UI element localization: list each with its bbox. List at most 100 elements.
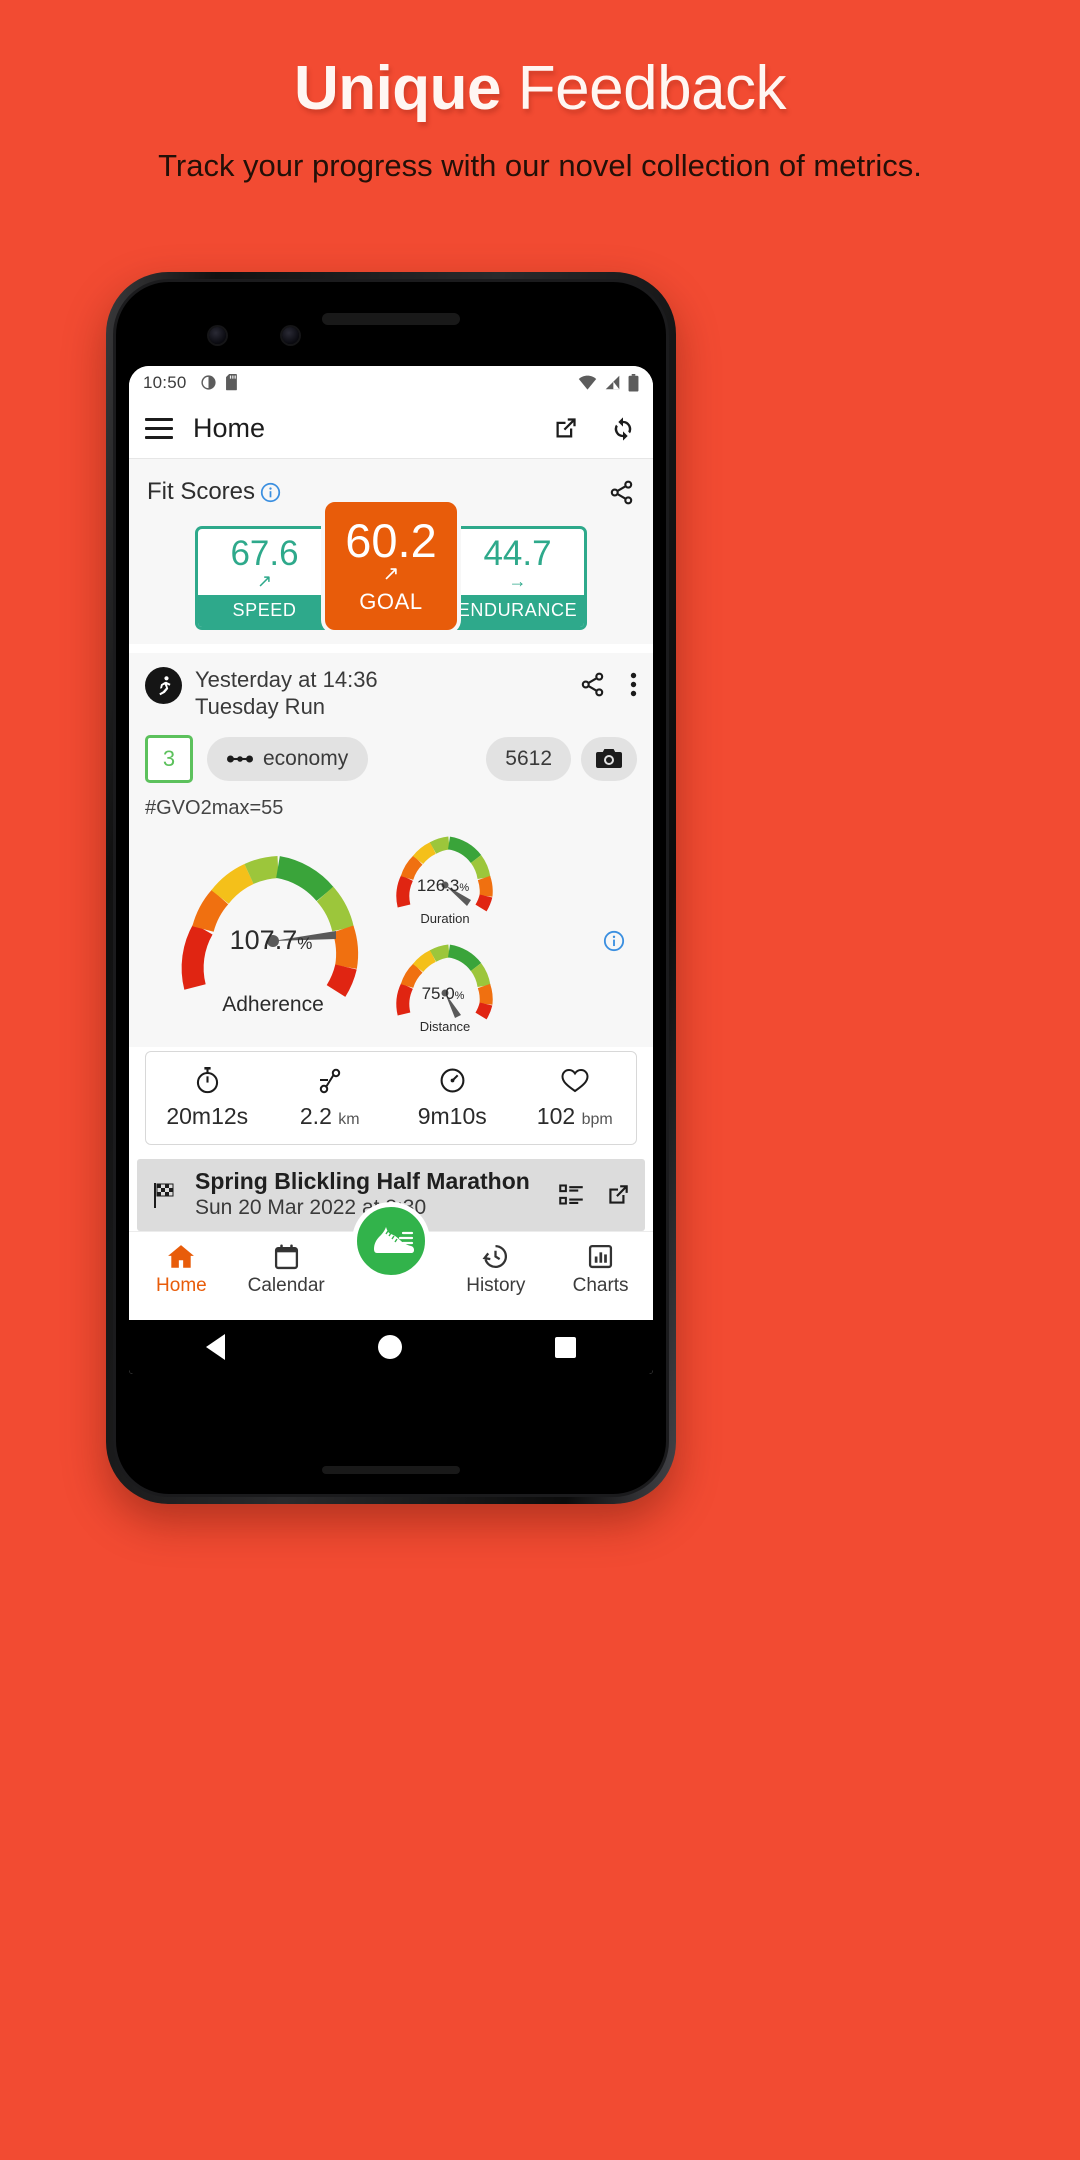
promo-title-bold: Unique — [293, 54, 502, 123]
android-navigation-bar — [129, 1320, 653, 1374]
activity-hashtag: #GVO2max=55 — [145, 796, 284, 819]
activity-steps-chip[interactable]: 5612 — [486, 736, 571, 781]
activity-title: Tuesday Run — [195, 693, 326, 719]
activity-metrics: 20m12s 2.2 km 9m10s 102 bpm — [145, 1050, 637, 1145]
adherence-label: Adherence — [222, 993, 324, 1016]
promo-header: Unique Feedback Track your progress with… — [0, 0, 1080, 270]
metric-heartrate-value: 102 — [536, 1102, 576, 1129]
activity-tag-label: economy — [263, 746, 349, 770]
status-bar: 10:50 — [129, 366, 653, 399]
trending-flat-icon: → — [508, 571, 527, 591]
metric-duration-value: 20m12s — [166, 1102, 249, 1129]
distance-gauge: 75.0% Distance — [391, 934, 499, 1042]
metric-pace: 9m10s — [391, 1066, 514, 1130]
speed-label: SPEED — [198, 595, 331, 627]
bottom-navigation: Home Calendar History Charts — [129, 1201, 653, 1307]
phone-mockup: 10:50 Home Fit Scores 67.6 ↗ SPEED 60.2 … — [106, 272, 676, 1504]
history-clock-icon — [443, 1242, 548, 1272]
duration-label: Duration — [420, 911, 469, 926]
metric-heartrate-unit: bpm — [581, 1110, 613, 1128]
fit-score-tile-goal[interactable]: 60.2 ↗ GOAL — [325, 502, 457, 630]
phone-bezel: 10:50 Home Fit Scores 67.6 ↗ SPEED 60.2 … — [113, 279, 669, 1497]
metric-pace-value: 9m10s — [417, 1102, 487, 1129]
external-link-icon[interactable] — [552, 415, 579, 442]
info-icon[interactable] — [260, 482, 281, 503]
bar-chart-icon — [548, 1242, 653, 1272]
speed-value: 67.6 — [230, 534, 299, 573]
dumbbell-icon — [227, 755, 253, 763]
distance-label: Distance — [420, 1019, 471, 1034]
nav-label-history: History — [466, 1274, 526, 1296]
activity-card: Yesterday at 14:36 Tuesday Run 3 economy… — [129, 653, 653, 1047]
route-distance-icon — [269, 1066, 392, 1096]
status-time: 10:50 — [143, 372, 187, 392]
metric-distance: 2.2 km — [269, 1066, 392, 1130]
hamburger-menu-icon[interactable] — [145, 418, 173, 439]
app-bar-title: Home — [193, 413, 266, 443]
activity-gauges: 107.7% Adherence 126.3% Duration 75.0% D… — [145, 822, 637, 1047]
metric-heartrate: 102 bpm — [514, 1066, 637, 1130]
earpiece-speaker — [322, 313, 460, 325]
nav-item-history[interactable]: History — [443, 1242, 548, 1297]
fit-score-tiles: 67.6 ↗ SPEED 60.2 ↗ GOAL 44.7 → ENDURANC… — [129, 502, 653, 644]
nav-label-calendar: Calendar — [247, 1274, 325, 1296]
event-title: Spring Blickling Half Marathon — [195, 1167, 530, 1194]
metric-distance-value: 2.2 — [299, 1102, 332, 1129]
more-vertical-icon[interactable] — [630, 671, 637, 698]
back-triangle-icon[interactable] — [205, 1334, 225, 1360]
nav-item-home[interactable]: Home — [129, 1242, 234, 1297]
metric-distance-unit: km — [338, 1110, 360, 1128]
phone-screen: 10:50 Home Fit Scores 67.6 ↗ SPEED 60.2 … — [129, 366, 653, 1374]
calendar-icon — [234, 1242, 339, 1272]
speedometer-icon — [391, 1066, 514, 1096]
fit-scores-card: Fit Scores 67.6 ↗ SPEED 60.2 ↗ GOAL 44.7… — [129, 459, 653, 644]
stopwatch-icon — [146, 1066, 269, 1096]
activity-datetime: Yesterday at 14:36 — [195, 667, 378, 692]
front-camera-icon — [209, 327, 226, 344]
promo-title-light: Feedback — [501, 54, 787, 123]
sensor-icon — [282, 327, 299, 344]
fit-scores-title: Fit Scores — [147, 478, 256, 505]
camera-icon[interactable] — [581, 736, 637, 781]
fit-score-tile-endurance[interactable]: 44.7 → ENDURANCE — [451, 526, 587, 630]
running-person-icon — [145, 667, 182, 704]
cellular-signal-icon — [605, 375, 620, 390]
heart-icon — [514, 1066, 637, 1096]
running-shoe-icon[interactable] — [352, 1201, 430, 1280]
fit-score-tile-speed[interactable]: 67.6 ↗ SPEED — [195, 526, 331, 630]
endurance-value: 44.7 — [483, 534, 552, 573]
recents-square-icon[interactable] — [555, 1336, 577, 1358]
activity-chips: 3 economy 5612 — [145, 734, 637, 783]
screen-content: Fit Scores 67.6 ↗ SPEED 60.2 ↗ GOAL 44.7… — [129, 459, 653, 1374]
brightness-icon — [200, 375, 216, 390]
share-icon[interactable] — [579, 671, 606, 698]
goal-value: 60.2 — [345, 514, 437, 567]
activity-rating-badge[interactable]: 3 — [145, 734, 193, 783]
list-details-icon[interactable] — [558, 1181, 585, 1208]
distance-value: 75.0% — [422, 984, 465, 1003]
bottom-speaker — [322, 1466, 460, 1474]
home-circle-icon[interactable] — [377, 1335, 402, 1359]
external-link-icon[interactable] — [605, 1182, 631, 1208]
nav-label-home: Home — [156, 1274, 207, 1296]
page-title: Unique Feedback — [0, 58, 1080, 120]
sd-card-icon — [225, 374, 237, 391]
checkered-flag-icon — [154, 1182, 174, 1208]
duration-gauge: 126.3% Duration — [391, 826, 499, 934]
trending-up-icon: ↗ — [256, 571, 273, 591]
trending-up-icon: ↗ — [382, 563, 400, 585]
nav-item-calendar[interactable]: Calendar — [234, 1242, 339, 1297]
share-icon[interactable] — [608, 479, 635, 506]
nav-item-charts[interactable]: Charts — [548, 1242, 653, 1297]
promo-subtitle: Track your progress with our novel colle… — [158, 148, 922, 183]
battery-icon — [628, 373, 639, 392]
nav-label-charts: Charts — [572, 1274, 629, 1296]
adherence-value: 107.7% — [230, 925, 313, 955]
info-icon[interactable] — [603, 930, 625, 952]
activity-tag-chip[interactable]: economy — [207, 736, 369, 781]
metric-duration: 20m12s — [146, 1066, 269, 1130]
endurance-label: ENDURANCE — [451, 595, 584, 627]
sync-refresh-icon[interactable] — [609, 415, 637, 443]
goal-label: GOAL — [359, 589, 423, 614]
adherence-gauge: 107.7% Adherence — [173, 839, 373, 1029]
